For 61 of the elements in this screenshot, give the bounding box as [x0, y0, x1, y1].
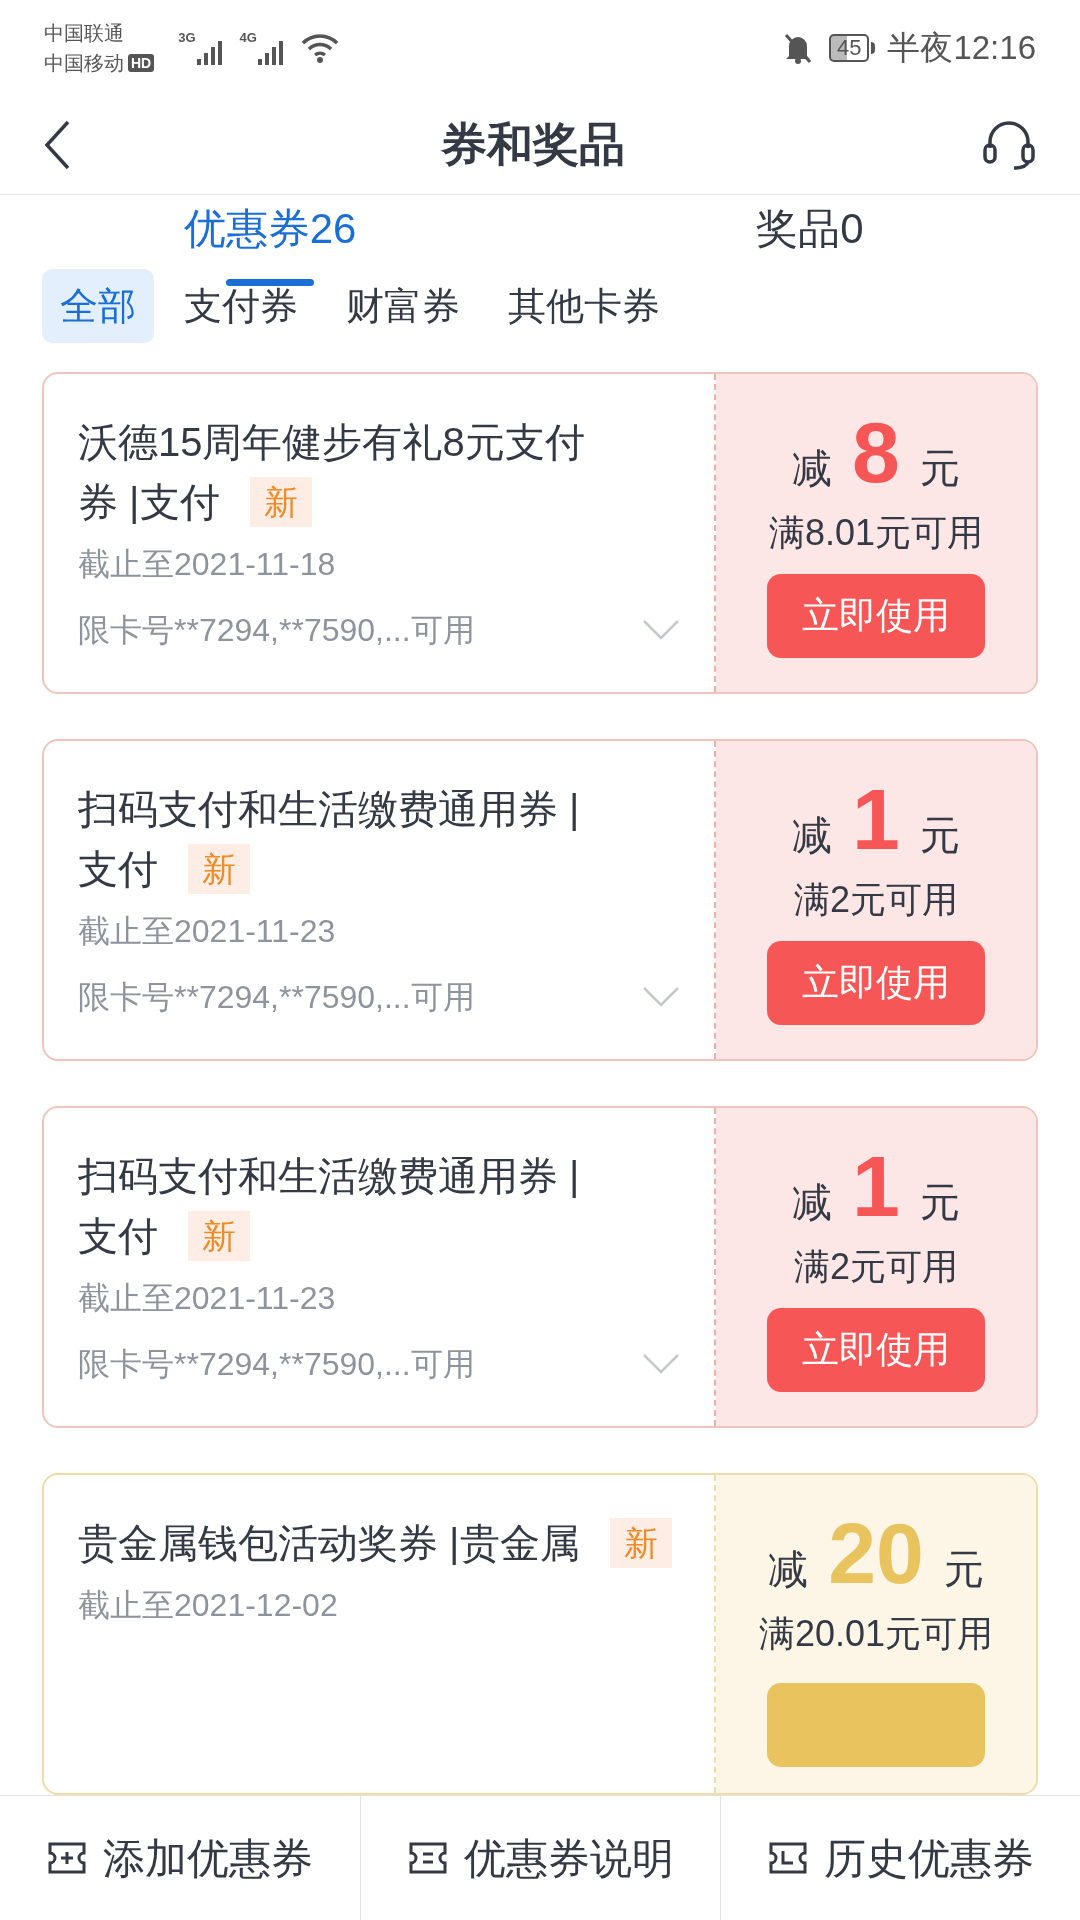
use-now-button[interactable] [767, 1683, 985, 1767]
expand-chevron-icon[interactable] [642, 986, 680, 1008]
new-badge: 新 [609, 1518, 672, 1568]
wifi-icon [300, 32, 339, 63]
coupon-title: 扫码支付和生活缴费通用券 | [78, 786, 581, 833]
carrier-name: 中国联通 [44, 20, 125, 46]
coupon-deadline: 截止至2021-11-23 [78, 1279, 337, 1318]
discount-amount: 1 [852, 1138, 900, 1234]
tab[interactable]: 优惠券26 [183, 196, 357, 268]
carrier-name: 中国移动 [44, 50, 124, 76]
filter-chip[interactable]: 支付券 [166, 269, 316, 343]
coupon-title: 沃德15周年健步有礼8元支付 [78, 419, 586, 466]
ticket-icon [47, 1841, 87, 1875]
bottom-action[interactable]: 添加优惠券 [0, 1796, 360, 1920]
coupon-title: 支付 [78, 846, 158, 893]
usage-condition: 满20.01元可用 [758, 1612, 994, 1656]
new-badge: 新 [249, 477, 312, 527]
discount-amount: 20 [828, 1505, 924, 1601]
discount-amount: 8 [852, 404, 900, 500]
card-restriction: 限卡号**7294,**7590,...可用 [78, 978, 475, 1017]
hd-badge: HD [128, 53, 155, 72]
expand-chevron-icon[interactable] [642, 1353, 680, 1375]
new-badge: 新 [188, 844, 250, 894]
coupon-title: 扫码支付和生活缴费通用券 | [78, 1153, 581, 1200]
coupon-deadline: 截止至2021-11-18 [78, 545, 337, 584]
currency-unit: 元 [919, 1179, 960, 1226]
card-restriction: 限卡号**7294,**7590,...可用 [78, 611, 475, 650]
page-title: 券和奖品 [441, 117, 625, 172]
coupon-deadline: 截止至2021-11-23 [78, 912, 337, 951]
headset-icon[interactable] [982, 119, 1036, 170]
coupon-title: 支付 [78, 1213, 158, 1260]
usage-condition: 满2元可用 [794, 1245, 958, 1289]
clock-time: 半夜12:16 [887, 27, 1036, 68]
filter-chip[interactable]: 其他卡券 [490, 269, 678, 343]
ticket-icon [767, 1841, 808, 1875]
tab[interactable]: 奖品0 [756, 196, 864, 268]
discount-amount: 1 [852, 771, 900, 867]
usage-condition: 满2元可用 [794, 878, 958, 922]
coupon-deadline: 截止至2021-12-02 [78, 1586, 339, 1625]
network-type: 3G [178, 30, 196, 45]
filter-chip[interactable]: 财富券 [328, 269, 478, 343]
network-type: 4G [239, 30, 257, 45]
currency-unit: 元 [943, 1546, 984, 1593]
coupon-title: 券 |支付 [78, 479, 220, 526]
currency-unit: 元 [919, 445, 960, 492]
card-restriction: 限卡号**7294,**7590,...可用 [78, 1345, 475, 1384]
new-badge: 新 [188, 1211, 250, 1261]
amount-prefix: 减 [768, 1546, 809, 1593]
ticket-icon [407, 1841, 448, 1875]
usage-condition: 满8.01元可用 [768, 511, 984, 555]
filter-chip[interactable]: 全部 [42, 269, 154, 343]
bottom-action[interactable]: 优惠券说明 [360, 1796, 720, 1920]
muted-bell-icon [782, 31, 813, 64]
battery-indicator: 45 [828, 33, 870, 62]
expand-chevron-icon[interactable] [642, 619, 680, 641]
bottom-action[interactable]: 历史优惠券 [720, 1796, 1080, 1920]
amount-prefix: 减 [792, 445, 833, 492]
currency-unit: 元 [919, 812, 960, 859]
amount-prefix: 减 [792, 812, 833, 859]
coupon-title: 贵金属钱包活动奖券 |贵金属 [78, 1520, 580, 1567]
amount-prefix: 减 [792, 1179, 833, 1226]
